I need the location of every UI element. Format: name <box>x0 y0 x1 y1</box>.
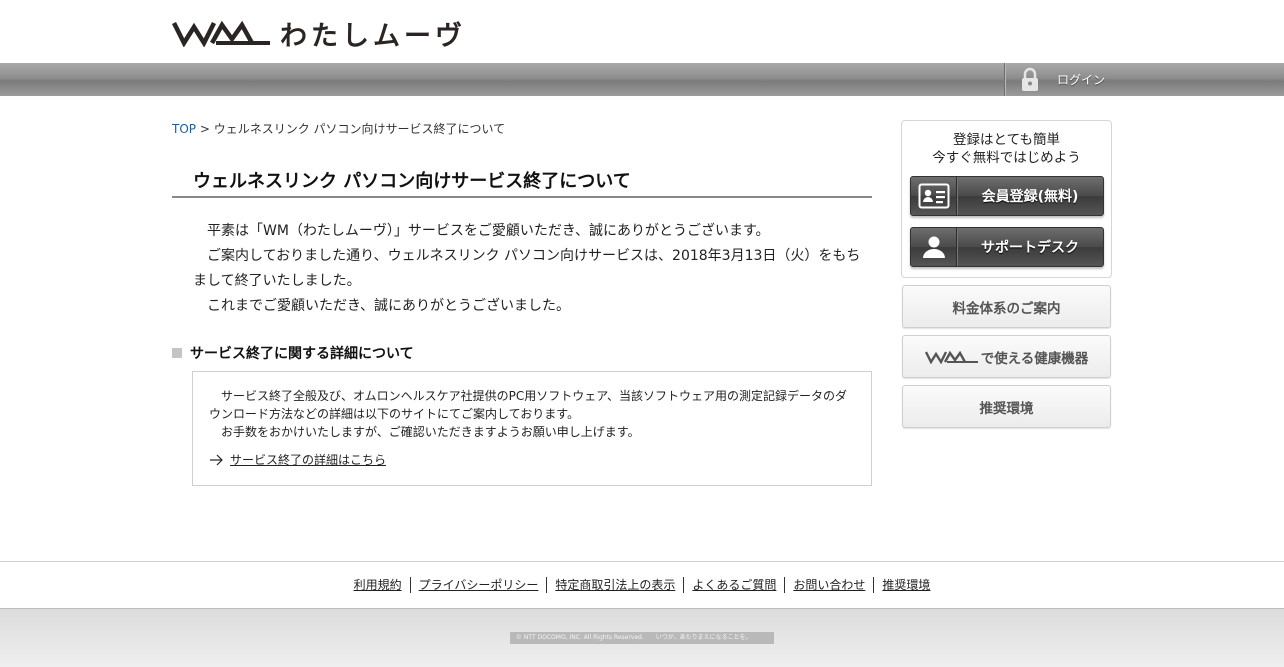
global-navbar: ログイン <box>0 63 1284 96</box>
detail-box: サービス終了全般及び、オムロンヘルスケア社提供のPC用ソフトウェア、当該ソフトウ… <box>192 371 872 486</box>
footer-link-terms[interactable]: 利用規約 <box>346 577 410 593</box>
footer-link-faq[interactable]: よくあるご質問 <box>683 577 784 593</box>
support-desk-label: サポートデスク <box>981 240 1079 256</box>
intro-text: 平素は「WM（わたしムーヴ）」サービスをご愛顧いただき、誠にありがとうございます… <box>193 219 873 319</box>
wm-logo-icon <box>172 20 270 47</box>
compatible-devices-button[interactable]: で使える健康機器 <box>902 335 1111 378</box>
register-button[interactable]: 会員登録(無料) <box>910 176 1104 216</box>
register-label: 会員登録(無料) <box>981 189 1079 205</box>
footer-link-privacy[interactable]: プライバシーポリシー <box>409 577 547 593</box>
detail-link-row: サービス終了の詳細はこちら <box>209 451 855 469</box>
breadcrumb-separator: > <box>196 122 214 136</box>
square-bullet-icon <box>172 348 182 358</box>
registration-caption-line1: 登録はとても簡単 <box>953 132 1060 148</box>
wm-small-logo-icon <box>924 350 978 364</box>
footer-links: 利用規約 プライバシーポリシー 特定商取引法上の表示 よくあるご質問 お問い合わ… <box>0 561 1284 609</box>
footer-link-contact[interactable]: お問い合わせ <box>784 577 873 593</box>
detail-text-1: サービス終了全般及び、オムロンヘルスケア社提供のPC用ソフトウェア、当該ソフトウ… <box>209 389 848 421</box>
support-desk-button[interactable]: サポートデスク <box>910 227 1104 267</box>
pricing-label: 料金体系のご案内 <box>952 300 1061 317</box>
section-heading: サービス終了に関する詳細について <box>172 343 414 363</box>
breadcrumb: TOP > ウェルネスリンク パソコン向けサービス終了について <box>172 120 505 137</box>
page-title: ウェルネスリンク パソコン向けサービス終了について <box>172 167 872 198</box>
recommended-env-button[interactable]: 推奨環境 <box>902 385 1111 428</box>
breadcrumb-top-link[interactable]: TOP <box>172 122 196 136</box>
footer-link-environment[interactable]: 推奨環境 <box>873 577 938 593</box>
arrow-right-icon <box>210 454 223 466</box>
section-heading-text: サービス終了に関する詳細について <box>190 346 414 362</box>
id-card-icon <box>911 177 957 215</box>
lock-icon <box>1022 67 1038 91</box>
intro-paragraph-3: これまでご愛顧いただき、誠にありがとうございました。 <box>207 298 571 314</box>
login-label: ログイン <box>1057 73 1106 87</box>
recommended-env-label: 推奨環境 <box>979 400 1034 417</box>
pricing-button[interactable]: 料金体系のご案内 <box>902 285 1111 328</box>
user-icon <box>911 228 957 266</box>
registration-caption-line2: 今すぐ無料ではじめよう <box>932 150 1081 166</box>
copyright: © NTT DOCOMO, INC. All Rights Reserved. … <box>510 632 774 644</box>
login-button[interactable]: ログイン <box>1004 63 1284 96</box>
detail-text-2: お手数をおかけいたしますが、ご確認いただきますようお願い申し上げます。 <box>221 425 640 439</box>
intro-paragraph-1: 平素は「WM（わたしムーヴ）」サービスをご愛顧いただき、誠にありがとうございます… <box>207 223 770 239</box>
service-end-details-link[interactable]: サービス終了の詳細はこちら <box>230 451 386 469</box>
site-logo[interactable]: わたしムーヴ <box>172 18 466 52</box>
intro-paragraph-2: ご案内しておりました通り、ウェルネスリンク パソコン向けサービスは、2018年3… <box>193 248 861 289</box>
registration-panel: 登録はとても簡単 今すぐ無料ではじめよう 会員登録(無料) サポートデスク <box>901 120 1112 278</box>
breadcrumb-current: ウェルネスリンク パソコン向けサービス終了について <box>213 122 506 136</box>
registration-caption: 登録はとても簡単 今すぐ無料ではじめよう <box>902 131 1111 167</box>
compatible-devices-label: で使える健康機器 <box>980 350 1089 367</box>
logo-text: わたしムーヴ <box>280 20 466 52</box>
footer-bottom: © NTT DOCOMO, INC. All Rights Reserved. … <box>0 609 1284 667</box>
footer-link-commerce-law[interactable]: 特定商取引法上の表示 <box>546 577 683 593</box>
